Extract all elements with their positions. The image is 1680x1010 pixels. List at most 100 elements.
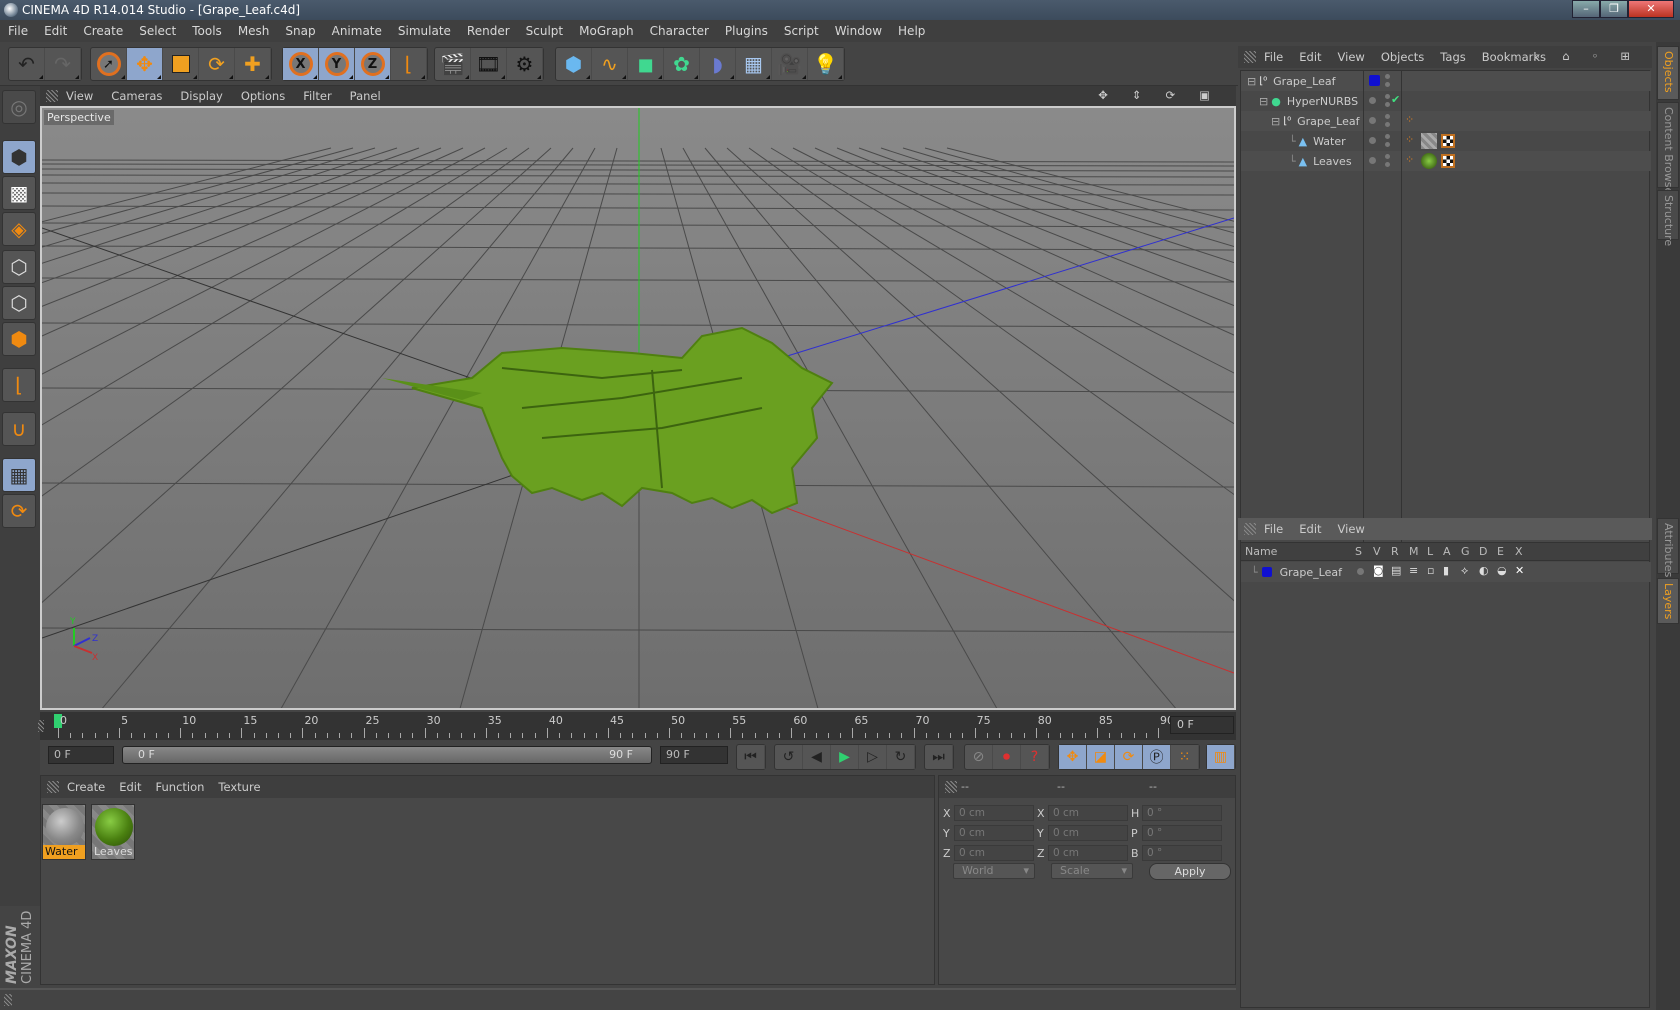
timeline-ruler[interactable]: 0 5 10 15 20 25 30 35 40 45 50 55 60 65 70 75 80 85 90 bbox=[38, 712, 1236, 740]
phong-tag-icon[interactable]: ⁘ bbox=[1405, 113, 1414, 126]
apply-button[interactable]: Apply bbox=[1149, 863, 1231, 880]
model-mode-button[interactable]: ⬢ bbox=[2, 140, 36, 174]
light-button[interactable]: 💡 bbox=[808, 48, 844, 80]
panel-grip[interactable] bbox=[1244, 523, 1256, 535]
editor-visibility-dot[interactable] bbox=[1385, 74, 1390, 79]
menu-render[interactable]: Render bbox=[467, 24, 510, 38]
position-key-button[interactable]: ✥ bbox=[1059, 745, 1087, 769]
points-mode-button[interactable]: ⬡ bbox=[2, 250, 36, 284]
position-z-field[interactable]: 0 cm bbox=[954, 845, 1034, 861]
layer-color-swatch[interactable] bbox=[1261, 567, 1272, 577]
render-visibility-dot[interactable] bbox=[1385, 162, 1390, 167]
xref-toggle-icon[interactable]: ✕ bbox=[1515, 564, 1524, 577]
col-deformers[interactable]: D bbox=[1479, 545, 1487, 558]
viewport-menu-panel[interactable]: Panel bbox=[350, 89, 381, 103]
render-visibility-dot[interactable] bbox=[1385, 142, 1390, 147]
rotation-b-field[interactable]: 0 ° bbox=[1142, 845, 1222, 861]
material-menu-texture[interactable]: Texture bbox=[218, 780, 260, 794]
scale-key-button[interactable]: ◪ bbox=[1087, 745, 1115, 769]
scale-y-field[interactable]: 0 cm bbox=[1048, 825, 1128, 841]
menu-plugins[interactable]: Plugins bbox=[725, 24, 768, 38]
previous-key-button[interactable]: ↺ bbox=[775, 745, 803, 769]
generators-toggle-icon[interactable]: ⟡ bbox=[1461, 564, 1468, 578]
keyframe-help-button[interactable]: ? bbox=[1021, 745, 1049, 769]
range-slider[interactable]: 0 F 90 F bbox=[122, 746, 652, 764]
edges-mode-button[interactable]: ⬡ bbox=[2, 286, 36, 320]
dolly-icon[interactable]: ⇕ bbox=[1132, 88, 1142, 102]
menu-animate[interactable]: Animate bbox=[332, 24, 382, 38]
subdivision-surface-button[interactable]: ◼ bbox=[628, 48, 664, 80]
viewport-menu-options[interactable]: Options bbox=[241, 89, 285, 103]
menu-edit[interactable]: Edit bbox=[44, 24, 67, 38]
view-toggle-icon[interactable]: ◙ bbox=[1373, 564, 1384, 577]
col-solo[interactable]: S bbox=[1355, 545, 1362, 558]
pan-icon[interactable]: ✥ bbox=[1098, 88, 1108, 102]
cube-button[interactable]: ⬢ bbox=[556, 48, 592, 80]
rotation-p-field[interactable]: 0 ° bbox=[1142, 825, 1222, 841]
objects-menu-file[interactable]: File bbox=[1264, 50, 1283, 64]
layer-dot[interactable] bbox=[1369, 157, 1376, 164]
col-generators[interactable]: G bbox=[1461, 545, 1470, 558]
recent-tool-button[interactable]: ✚ bbox=[235, 48, 271, 80]
rotation-h-field[interactable]: 0 ° bbox=[1142, 805, 1222, 821]
workplane-align-button[interactable]: ⟳ bbox=[2, 494, 36, 528]
render-view-button[interactable]: 🎬 bbox=[435, 48, 471, 80]
objects-menu-view[interactable]: View bbox=[1338, 50, 1365, 64]
eye-icon[interactable]: ◦ bbox=[1592, 49, 1599, 64]
editor-visibility-dot[interactable] bbox=[1385, 134, 1390, 139]
col-view[interactable]: V bbox=[1373, 545, 1381, 558]
redo-button[interactable]: ↷ bbox=[45, 48, 81, 80]
deformer-button[interactable]: ◗ bbox=[700, 48, 736, 80]
material-water[interactable]: Water bbox=[42, 804, 86, 860]
y-axis-lock-button[interactable]: Y bbox=[319, 48, 355, 80]
scale-button[interactable] bbox=[163, 48, 199, 80]
menu-sculpt[interactable]: Sculpt bbox=[526, 24, 563, 38]
col-render[interactable]: R bbox=[1391, 545, 1399, 558]
layers-menu-file[interactable]: File bbox=[1264, 522, 1283, 536]
make-editable-button[interactable]: ◎ bbox=[2, 90, 36, 124]
rotation-key-button[interactable]: ⟳ bbox=[1115, 745, 1143, 769]
axis-mode-button[interactable]: ⌊ bbox=[2, 368, 36, 402]
lock-toggle-icon[interactable]: ▫ bbox=[1427, 564, 1434, 577]
render-toggle-icon[interactable]: ▤ bbox=[1391, 564, 1401, 577]
layer-dot[interactable] bbox=[1369, 137, 1376, 144]
tab-layers[interactable]: Layers bbox=[1657, 578, 1679, 624]
tab-attributes[interactable]: Attributes bbox=[1657, 518, 1679, 577]
search-icon[interactable]: ⌕ bbox=[1534, 49, 1540, 64]
col-animation[interactable]: A bbox=[1443, 545, 1451, 558]
enabled-check-icon[interactable]: ✔ bbox=[1391, 93, 1400, 106]
play-button[interactable]: ▶ bbox=[831, 745, 859, 769]
go-to-end-button[interactable]: ⏭ bbox=[925, 745, 953, 769]
new-view-icon[interactable]: ⊞ bbox=[1620, 49, 1630, 64]
col-manager[interactable]: M bbox=[1409, 545, 1419, 558]
point-level-button[interactable]: ⁙ bbox=[1171, 745, 1199, 769]
menu-simulate[interactable]: Simulate bbox=[398, 24, 451, 38]
tab-structure[interactable]: Structure bbox=[1657, 190, 1679, 246]
coordinate-system-button[interactable]: ⌊ bbox=[391, 48, 427, 80]
transform-mode-dropdown[interactable]: Scale ▾ bbox=[1051, 863, 1133, 879]
phong-tag-icon[interactable]: ⁘ bbox=[1405, 133, 1414, 146]
position-y-field[interactable]: 0 cm bbox=[954, 825, 1034, 841]
animation-toggle-icon[interactable]: ▮ bbox=[1443, 564, 1449, 577]
col-locked[interactable]: L bbox=[1427, 545, 1433, 558]
live-selection-button[interactable]: ➚ bbox=[91, 48, 127, 80]
editor-visibility-dot[interactable] bbox=[1385, 94, 1390, 99]
uvw-tag-icon[interactable] bbox=[1441, 134, 1455, 148]
collapse-icon[interactable]: ⊟ bbox=[1271, 115, 1280, 128]
collapse-icon[interactable]: ⊟ bbox=[1259, 95, 1268, 108]
x-axis-lock-button[interactable]: X bbox=[283, 48, 319, 80]
panel-grip[interactable] bbox=[1244, 51, 1256, 63]
tree-row-leaves[interactable]: └ ▲ Leaves ⁘ bbox=[1241, 151, 1651, 171]
next-frame-button[interactable]: ▷ bbox=[859, 745, 887, 769]
material-tag-leaves-icon[interactable] bbox=[1421, 153, 1437, 169]
panel-grip[interactable] bbox=[47, 781, 59, 793]
menu-select[interactable]: Select bbox=[139, 24, 176, 38]
menu-script[interactable]: Script bbox=[784, 24, 819, 38]
render-visibility-dot[interactable] bbox=[1385, 102, 1390, 107]
material-tag-water-icon[interactable] bbox=[1421, 133, 1437, 149]
z-axis-lock-button[interactable]: Z bbox=[355, 48, 391, 80]
layer-dot[interactable] bbox=[1369, 97, 1376, 104]
menu-snap[interactable]: Snap bbox=[285, 24, 315, 38]
manager-toggle-icon[interactable]: ≡ bbox=[1409, 564, 1418, 577]
phong-tag-icon[interactable]: ⁘ bbox=[1405, 153, 1414, 166]
